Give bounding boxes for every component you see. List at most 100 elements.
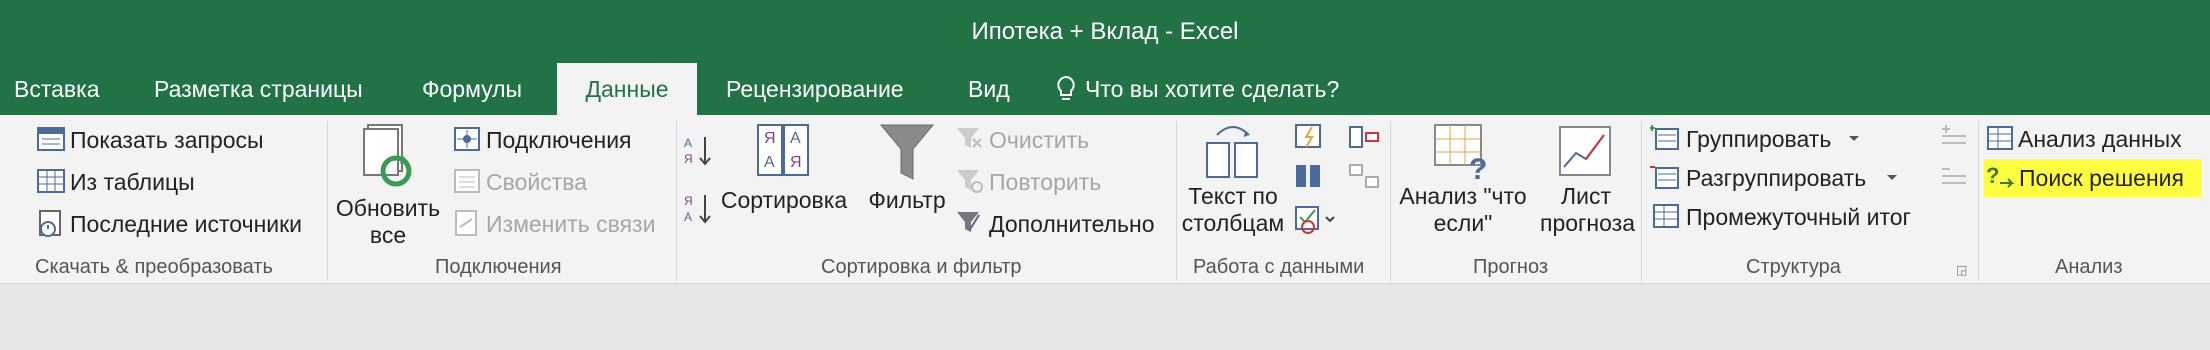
group-label-get-transform: Скачать & преобразовать bbox=[35, 256, 273, 278]
tab-view[interactable]: Вид bbox=[968, 63, 1010, 115]
group-label-analysis: Анализ bbox=[2055, 256, 2123, 278]
svg-text:А: А bbox=[684, 136, 692, 150]
ribbon: Показать запросы Из таблицы Последние ис… bbox=[0, 115, 2210, 284]
connections-icon bbox=[454, 127, 480, 151]
svg-text:Я: Я bbox=[790, 154, 802, 171]
window-title: Ипотека + Вклад - Excel bbox=[971, 18, 1239, 45]
sort-az-icon[interactable]: АЯ bbox=[683, 135, 713, 167]
tab-review[interactable]: Рецензирование bbox=[726, 63, 904, 115]
solver-label: Поиск решения bbox=[2019, 165, 2184, 191]
what-if-label-2: если" bbox=[1433, 210, 1493, 236]
data-analysis-icon bbox=[1987, 126, 2013, 150]
sort-icon: ЯААЯ bbox=[757, 124, 809, 176]
properties-label: Свойства bbox=[486, 169, 587, 195]
svg-text:Я: Я bbox=[764, 130, 776, 147]
relationships-icon[interactable] bbox=[1348, 163, 1380, 191]
recent-sources-label: Последние источники bbox=[70, 211, 303, 237]
show-queries-label: Показать запросы bbox=[70, 127, 264, 153]
svg-text:?: ? bbox=[1986, 163, 1999, 188]
refresh-all-label-1: Обновить bbox=[335, 195, 441, 221]
tell-me-label: Что вы хотите сделать? bbox=[1085, 76, 1340, 102]
what-if-icon: ? bbox=[1434, 124, 1487, 183]
worksheet-area bbox=[0, 284, 2210, 350]
group-label-data-tools: Работа с данными bbox=[1193, 256, 1365, 278]
group-icon bbox=[1650, 125, 1679, 150]
chevron-down-icon bbox=[1849, 136, 1859, 141]
solver-icon: ? bbox=[1986, 163, 2015, 188]
group-separator bbox=[1390, 121, 1391, 281]
forecast-sheet-label-2: прогноза bbox=[1540, 210, 1635, 236]
clear-filter-icon bbox=[957, 128, 982, 148]
sort-label: Сортировка bbox=[720, 187, 848, 213]
recent-sources-icon bbox=[39, 210, 61, 237]
refresh-all-icon bbox=[363, 124, 412, 187]
sort-za-icon[interactable]: ЯА bbox=[683, 193, 713, 225]
sort-button[interactable]: ЯААЯ Сортировка bbox=[712, 123, 856, 214]
tab-insert[interactable]: Вставка bbox=[14, 63, 100, 115]
text-to-columns-button[interactable]: Текст по столбцам bbox=[1178, 119, 1288, 237]
filter-button[interactable]: Фильтр bbox=[862, 123, 952, 214]
svg-text:?: ? bbox=[1469, 153, 1487, 183]
group-label-outline: Структура bbox=[1746, 256, 1841, 278]
title-bar: Ипотека + Вклад - Excel bbox=[0, 0, 2210, 63]
svg-text:А: А bbox=[684, 210, 692, 224]
advanced-filter-label: Дополнительно bbox=[989, 211, 1155, 237]
what-if-label-1: Анализ "что bbox=[1399, 183, 1527, 209]
ribbon-tabs: Вставка Разметка страницы Формулы Данные… bbox=[0, 63, 2210, 115]
tab-page-layout[interactable]: Разметка страницы bbox=[154, 63, 363, 115]
forecast-sheet-label-1: Лист bbox=[1561, 183, 1611, 209]
refresh-all-label-2: все bbox=[369, 222, 407, 248]
text-to-columns-label-1: Текст по bbox=[1188, 183, 1278, 209]
group-separator bbox=[676, 121, 677, 281]
ungroup-label: Разгруппировать bbox=[1686, 165, 1867, 191]
table-icon bbox=[37, 169, 65, 193]
edit-links-icon bbox=[455, 210, 477, 236]
refresh-all-button[interactable]: Обновить все bbox=[332, 119, 444, 249]
advanced-filter-icon bbox=[957, 212, 980, 232]
group-label-sort-filter: Сортировка и фильтр bbox=[821, 256, 1022, 278]
outline-dialog-launcher[interactable]: ◲ bbox=[1956, 263, 1967, 277]
svg-text:А: А bbox=[764, 154, 775, 171]
data-analysis-label: Анализ данных bbox=[2018, 126, 2182, 152]
group-label: Группировать bbox=[1686, 126, 1832, 152]
text-to-columns-icon bbox=[1206, 126, 1258, 178]
tell-me-search[interactable]: Что вы хотите сделать? bbox=[1055, 63, 1339, 115]
remove-duplicates-icon[interactable] bbox=[1294, 163, 1324, 191]
forecast-sheet-icon bbox=[1559, 126, 1611, 176]
ungroup-icon bbox=[1650, 166, 1679, 189]
tab-data[interactable]: Данные bbox=[557, 63, 697, 115]
subtotal-icon bbox=[1653, 204, 1679, 228]
lightbulb-icon bbox=[1057, 75, 1075, 100]
group-separator bbox=[1978, 121, 1979, 281]
connections-label: Подключения bbox=[486, 127, 632, 153]
group-label-forecast: Прогноз bbox=[1473, 256, 1549, 278]
filter-funnel-icon bbox=[879, 124, 935, 180]
properties-icon bbox=[454, 169, 480, 193]
group-separator bbox=[327, 121, 328, 281]
edit-links-label: Изменить связи bbox=[486, 211, 656, 237]
solver-button[interactable]: ? Поиск решения bbox=[1984, 159, 2202, 197]
clear-filter-label: Очистить bbox=[989, 127, 1090, 153]
show-detail-icon[interactable] bbox=[1938, 123, 1970, 149]
flash-fill-icon[interactable] bbox=[1294, 123, 1324, 151]
subtotal-label: Промежуточный итог bbox=[1686, 204, 1911, 230]
consolidate-icon[interactable] bbox=[1348, 123, 1380, 151]
reapply-label: Повторить bbox=[989, 169, 1102, 195]
queries-icon bbox=[37, 127, 65, 151]
group-label-connections: Подключения bbox=[435, 256, 562, 278]
svg-text:Я: Я bbox=[684, 152, 693, 166]
group-separator bbox=[1641, 121, 1642, 281]
chevron-down-icon bbox=[1887, 175, 1897, 180]
tab-formulas[interactable]: Формулы bbox=[422, 63, 522, 115]
svg-text:А: А bbox=[790, 130, 801, 147]
group-separator bbox=[1176, 121, 1177, 281]
data-validation-icon[interactable] bbox=[1294, 203, 1336, 235]
from-table-label: Из таблицы bbox=[70, 169, 195, 195]
reapply-icon bbox=[957, 170, 983, 193]
hide-detail-icon[interactable] bbox=[1938, 163, 1970, 189]
text-to-columns-label-2: столбцам bbox=[1181, 210, 1285, 236]
filter-label: Фильтр bbox=[868, 187, 946, 213]
svg-text:Я: Я bbox=[684, 194, 693, 208]
forecast-sheet-button[interactable]: Лист прогноза bbox=[1540, 119, 1635, 237]
what-if-analysis-button[interactable]: ? Анализ "что если" bbox=[1392, 119, 1534, 237]
